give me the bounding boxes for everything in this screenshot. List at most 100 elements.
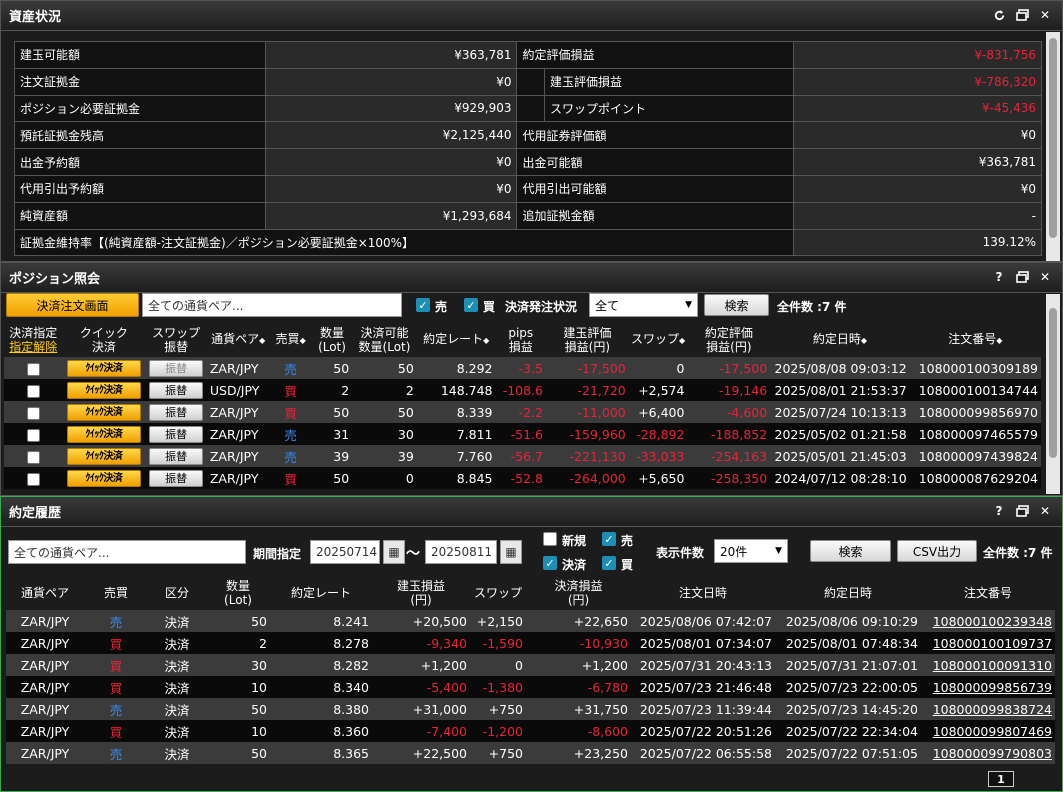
hpair-cell: ZAR/JPY — [20, 745, 70, 761]
header-avail-qty[interactable]: 決済可能 数量(Lot) — [352, 322, 417, 357]
summary-label-2: 約定評価損益 — [516, 41, 795, 69]
new-checkbox-label: 新規 — [562, 534, 587, 548]
header-trade-date[interactable]: 約定日時◆ — [770, 322, 909, 357]
settle-designate-checkbox[interactable] — [26, 384, 40, 398]
header-pair[interactable]: 通貨ペア◆ — [207, 322, 270, 357]
horder-no-link[interactable]: 108000099790803 — [921, 742, 1055, 764]
header-swap[interactable]: スワップ◆ — [629, 322, 688, 357]
position-row[interactable]: ｸｲｯｸ決済 振替 USD/JPY 買 2 2 148.748 -108.6 -21,720 +2… — [4, 379, 1041, 401]
asset-status-title: 資産状況 — [9, 10, 62, 25]
restore-icon[interactable] — [1015, 504, 1029, 518]
date-from-input[interactable]: 20250714 — [310, 540, 380, 564]
qty-cell: 39 — [333, 448, 350, 464]
new-checkbox[interactable] — [543, 532, 557, 546]
position-row[interactable]: ｸｲｯｸ決済 振替 ZAR/JPY 売 31 30 7.811 -51.6 -159,960 -2… — [4, 423, 1041, 445]
history-pair-input[interactable]: 全ての通貨ペア... — [8, 540, 246, 564]
position-row[interactable]: ｸｲｯｸ決済 振替 ZAR/JPY 買 50 0 8.845 -52.8 -264,000 +5,… — [4, 467, 1041, 489]
position-search-button[interactable]: 検索 — [704, 294, 769, 316]
settle-designate-checkbox[interactable] — [26, 406, 40, 420]
restore-icon[interactable] — [1015, 270, 1029, 284]
side-cell: 買 — [284, 383, 297, 399]
calendar-icon[interactable]: ▦ — [383, 540, 405, 564]
header-pips[interactable]: pips 損益 — [496, 322, 546, 357]
quick-settle-button[interactable]: ｸｲｯｸ決済 — [66, 426, 141, 443]
hpair-cell: ZAR/JPY — [20, 723, 70, 739]
eval-pnl-cell: -221,130 — [569, 448, 626, 464]
horder-no-link[interactable]: 108000099856739 — [921, 676, 1055, 698]
settle-status-select[interactable]: 全て ▼ — [589, 293, 698, 317]
eval-pnl-cell: -159,960 — [569, 426, 626, 442]
settle-checkbox[interactable]: ✓ — [543, 556, 557, 570]
hpnl-cell: +31,000 — [412, 701, 467, 717]
csv-export-button[interactable]: CSV出力 — [897, 540, 977, 562]
swap-transfer-button[interactable]: 振替 — [149, 359, 204, 377]
margin-ratio-value: 139.12% — [793, 228, 1042, 257]
refresh-icon[interactable] — [992, 8, 1006, 22]
asset-scrollbar-thumb[interactable] — [1049, 38, 1057, 238]
close-icon[interactable]: ✕ — [1038, 8, 1052, 22]
hside-cell: 買 — [109, 658, 123, 674]
horder-no-link[interactable]: 108000100239348 — [921, 610, 1055, 632]
settle-designate-checkbox[interactable] — [26, 428, 40, 442]
settle-designate-checkbox[interactable] — [26, 472, 40, 486]
hkind-cell: 決済 — [164, 614, 190, 630]
swap-transfer-button[interactable]: 振替 — [149, 403, 204, 421]
close-icon[interactable]: ✕ — [1038, 270, 1052, 284]
swap-transfer-button[interactable]: 振替 — [149, 469, 204, 487]
trade-date-cell: 2025/05/02 01:21:58 — [774, 426, 907, 442]
asset-scrollbar[interactable] — [1046, 32, 1060, 261]
sell-checkbox[interactable]: ✓ — [416, 298, 430, 312]
header-eval[interactable]: 建玉評価 損益(円) — [546, 322, 629, 357]
settle-designate-checkbox[interactable] — [26, 362, 40, 376]
avail-qty-cell: 0 — [405, 470, 414, 486]
swap-transfer-button[interactable]: 振替 — [149, 447, 204, 465]
swap-transfer-button[interactable]: 振替 — [149, 381, 204, 399]
position-row[interactable]: ｸｲｯｸ決済 振替 ZAR/JPY 売 39 39 7.760 -56.7 -221,130 -3… — [4, 445, 1041, 467]
history-buy-checkbox[interactable]: ✓ — [602, 556, 616, 570]
header-swap-transfer: スワップ — [152, 325, 201, 340]
hside-cell: 売 — [109, 746, 123, 762]
swap-transfer-button[interactable]: 振替 — [149, 425, 204, 443]
summary-value-2: ¥363,781 — [793, 148, 1042, 176]
help-icon[interactable]: ? — [992, 270, 1006, 284]
header-side[interactable]: 売買◆ — [269, 322, 311, 357]
header-rate[interactable]: 約定レート◆ — [417, 322, 496, 357]
position-total-count: 全件数 :7 件 — [777, 300, 847, 314]
position-scrollbar[interactable] — [1046, 294, 1060, 494]
hswap-cell: +750 — [488, 745, 523, 761]
summary-label: 建玉可能額 — [14, 41, 266, 69]
page-number-button[interactable]: 1 — [988, 771, 1014, 787]
count-select[interactable]: 20件 ▼ — [714, 539, 788, 563]
horder-no-link[interactable]: 108000099807469 — [921, 720, 1055, 742]
settle-order-screen-button[interactable]: 決済注文画面 — [6, 293, 139, 317]
position-row[interactable]: ｸｲｯｸ決済 振替 ZAR/JPY 買 50 50 8.339 -2.2 -11,000 +6,4… — [4, 401, 1041, 423]
position-row[interactable]: ｸｲｯｸ決済 振替 ZAR/JPY 売 50 50 8.292 -3.5 -17,500 0 -17… — [4, 357, 1041, 379]
quick-settle-button[interactable]: ｸｲｯｸ決済 — [66, 470, 141, 487]
quick-settle-button[interactable]: ｸｲｯｸ決済 — [66, 360, 141, 377]
currency-pair-input[interactable]: 全ての通貨ペア... — [142, 293, 402, 317]
header-trade-eval[interactable]: 約定評価 損益(円) — [687, 322, 770, 357]
horder-no-link[interactable]: 108000100109737 — [921, 632, 1055, 654]
quick-settle-button[interactable]: ｸｲｯｸ決済 — [66, 382, 141, 399]
quick-settle-button[interactable]: ｸｲｯｸ決済 — [66, 404, 141, 421]
summary-value-2: ¥-831,756 — [793, 41, 1042, 69]
header-qty[interactable]: 数量 (Lot) — [312, 322, 352, 357]
buy-checkbox[interactable]: ✓ — [464, 298, 478, 312]
date-to-input[interactable]: 20250811 — [425, 540, 497, 564]
horder-no-link[interactable]: 108000099838724 — [921, 698, 1055, 720]
restore-icon[interactable] — [1015, 8, 1029, 22]
history-sell-checkbox[interactable]: ✓ — [602, 532, 616, 546]
close-icon[interactable]: ✕ — [1038, 504, 1052, 518]
quick-settle-button[interactable]: ｸｲｯｸ決済 — [66, 448, 141, 465]
calendar-icon[interactable]: ▦ — [500, 540, 522, 564]
header-order-no[interactable]: 注文番号◆ — [910, 322, 1041, 357]
position-table-header: 決済指定 指定解除 クイック 決済 スワップ 振替 通貨ペア◆ 売買◆ 数量 (Lot)… — [4, 322, 1041, 357]
settle-designate-checkbox[interactable] — [26, 450, 40, 464]
designate-cancel-link[interactable]: 指定解除 — [6, 340, 61, 354]
help-icon[interactable]: ? — [992, 504, 1006, 518]
avail-qty-cell: 2 — [405, 382, 414, 398]
history-search-button[interactable]: 検索 — [810, 540, 891, 562]
horder-no-link[interactable]: 108000100091310 — [921, 654, 1055, 676]
position-scrollbar-thumb[interactable] — [1049, 308, 1057, 458]
hsettle-pnl-cell: +22,650 — [573, 613, 628, 629]
